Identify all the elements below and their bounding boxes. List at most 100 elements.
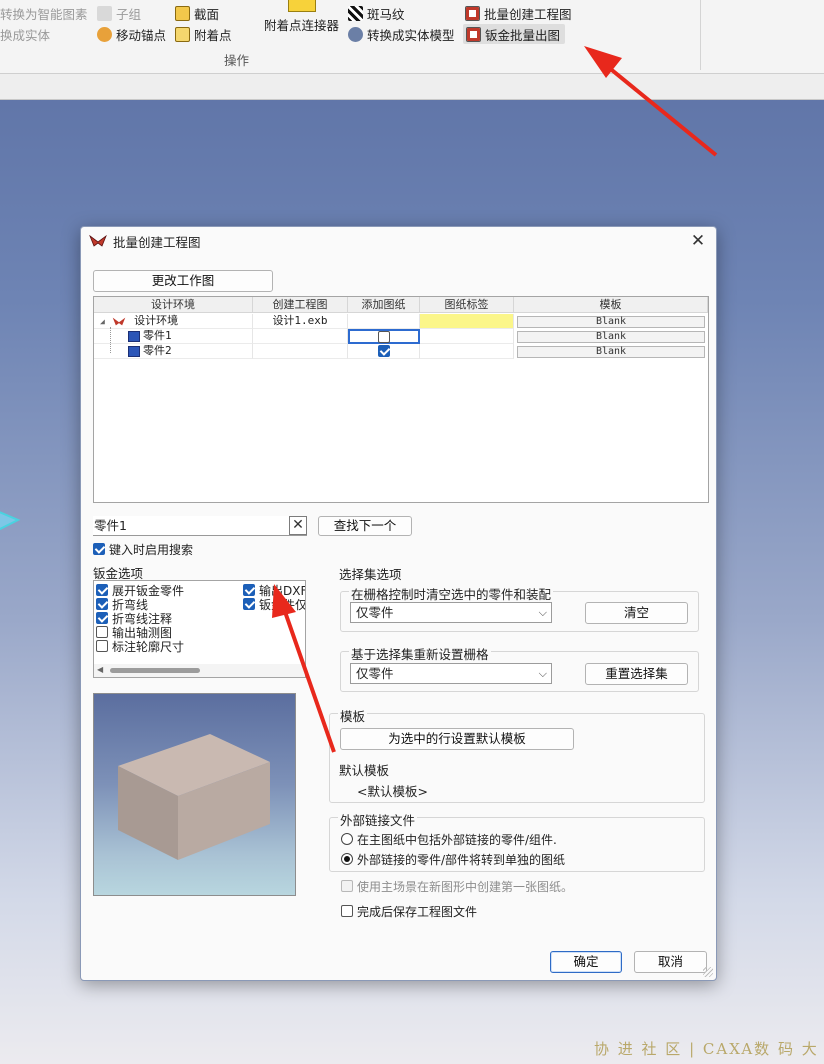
option-checkbox[interactable]: [96, 598, 108, 610]
clear-search-button[interactable]: ✕: [289, 516, 307, 535]
table-row[interactable]: 零件1: [94, 329, 253, 344]
save-after-checkbox[interactable]: [341, 905, 353, 917]
grid-cell-add-sheet[interactable]: [348, 344, 420, 359]
selection-set-title: 选择集选项: [337, 564, 404, 583]
grid-cell-name: 设计环境: [134, 314, 179, 327]
horizontal-scrollbar[interactable]: ◀: [94, 664, 305, 677]
grid-cell-sheet-tag[interactable]: [420, 314, 514, 329]
add-sheet-checkbox[interactable]: [377, 345, 390, 357]
search-input[interactable]: 零件1: [93, 516, 307, 536]
template-button[interactable]: Blank: [517, 316, 705, 328]
scroll-thumb[interactable]: [110, 668, 200, 673]
grid-header[interactable]: 创建工程图: [253, 297, 348, 313]
use-main-scene-label: 使用主场景在新图形中创建第一张图纸。: [357, 879, 574, 894]
option-checkbox[interactable]: [96, 584, 108, 596]
enable-search-checkbox[interactable]: [93, 543, 105, 555]
grid-header[interactable]: 模板: [514, 297, 708, 313]
ribbon-batch-drawing[interactable]: 批量创建工程图: [465, 3, 572, 23]
dialog-title: 批量创建工程图: [113, 234, 201, 250]
select-value: 仅零件: [356, 666, 394, 681]
find-next-button[interactable]: 查找下一个: [318, 516, 412, 536]
option-label: 标注轮廓尺寸: [112, 639, 185, 654]
grid-cell-add-sheet[interactable]: [348, 329, 420, 344]
sheetmetal-option[interactable]: 标注轮廓尺寸: [96, 639, 185, 654]
ribbon-to-solid[interactable]: 换成实体: [0, 24, 50, 44]
option-checkbox[interactable]: [243, 584, 255, 596]
grid-header[interactable]: 添加图纸: [348, 297, 420, 313]
ribbon-move-anchor[interactable]: 移动锚点: [97, 24, 166, 44]
sheetmetal-drawing-icon: [466, 26, 481, 42]
use-main-scene-option[interactable]: 使用主场景在新图形中创建第一张图纸。: [341, 879, 574, 894]
reset-selection-button[interactable]: 重置选择集: [585, 663, 688, 685]
reset-scope-select[interactable]: 仅零件 ⌵: [350, 663, 552, 684]
option-checkbox[interactable]: [96, 626, 108, 638]
ribbon-toolbar: 转换为智能图素 子组 截面 附着点连接器 斑马纹 批量创建工程图 换成实体 移动…: [0, 0, 824, 74]
template-button[interactable]: Blank: [517, 346, 705, 358]
set-default-template-button[interactable]: 为选中的行设置默认模板: [340, 728, 574, 750]
sheetmetal-option[interactable]: 钣金件仅: [243, 597, 306, 612]
grid-cell-drawing[interactable]: 设计1.exb: [253, 314, 348, 329]
table-row[interactable]: ◢ 设计环境: [94, 314, 253, 329]
ok-button[interactable]: 确定: [550, 951, 622, 973]
ribbon-label: 附着点连接器: [264, 17, 340, 33]
option-label: 钣金件仅: [259, 597, 306, 612]
change-drawing-button[interactable]: 更改工作图: [93, 270, 273, 292]
external-separate-option[interactable]: 外部链接的零件/部件将转到单独的图纸: [341, 852, 565, 867]
section-icon: [175, 5, 190, 21]
ribbon-sub-group[interactable]: 子组: [97, 3, 141, 23]
grid-cell-sheet-tag[interactable]: [420, 344, 514, 359]
cancel-button[interactable]: 取消: [634, 951, 707, 973]
sheetmetal-options-panel: 展开钣金零件 折弯线 折弯线注释 输出轴测图 标注轮廓尺寸 输出DXF 钣金件仅…: [93, 580, 306, 678]
option-checkbox[interactable]: [243, 598, 255, 610]
ribbon-attach-point[interactable]: 附着点: [175, 24, 232, 44]
chevron-down-icon: ⌵: [538, 667, 547, 680]
part-icon: [128, 330, 140, 342]
model-edge-shape: [0, 511, 21, 531]
batch-drawing-dialog: 批量创建工程图 ✕ 更改工作图 设计环境 创建工程图 添加图纸 图纸标签 模板 …: [80, 226, 717, 981]
part-icon: [128, 345, 140, 357]
close-button[interactable]: ✕: [688, 231, 708, 251]
anchor-icon: [97, 26, 112, 42]
clear-button[interactable]: 清空: [585, 602, 688, 624]
ribbon-attach-connector[interactable]: 附着点连接器: [264, 14, 339, 34]
ribbon-label: 子组: [116, 6, 142, 22]
zebra-icon: [348, 5, 363, 21]
app-logo-icon: [89, 234, 107, 247]
ribbon-label: 转换为智能图素: [0, 6, 88, 22]
grid-header[interactable]: 图纸标签: [420, 297, 514, 313]
enable-search-option[interactable]: 键入时启用搜索: [93, 542, 193, 557]
ribbon-label: 转换成实体模型: [367, 27, 455, 43]
collapse-arrow-icon[interactable]: ◢: [100, 317, 105, 326]
part-preview: [93, 693, 296, 896]
ribbon-label: 附着点: [194, 27, 232, 43]
ribbon-to-smart-symbol[interactable]: 转换为智能图素: [0, 3, 88, 23]
parts-grid[interactable]: 设计环境 创建工程图 添加图纸 图纸标签 模板 ◢ 设计环境 设计1.exb B…: [93, 296, 709, 503]
separate-radio[interactable]: [341, 853, 353, 865]
grid-header[interactable]: 设计环境: [94, 297, 253, 313]
grid-cell-drawing[interactable]: [253, 344, 348, 359]
drawing-icon: [465, 5, 480, 21]
grid-cell-add-sheet[interactable]: [348, 314, 420, 329]
ribbon-convert-solid-model[interactable]: 转换成实体模型: [348, 24, 455, 44]
save-after-option[interactable]: 完成后保存工程图文件: [341, 904, 477, 919]
ribbon-label: 换成实体: [0, 27, 51, 43]
use-main-scene-checkbox[interactable]: [341, 880, 353, 892]
ribbon-sheetmetal-batch[interactable]: 钣金批量出图: [463, 24, 566, 44]
include-radio[interactable]: [341, 833, 353, 845]
external-include-option[interactable]: 在主图纸中包括外部链接的零件/组件.: [341, 832, 557, 847]
tree-line: [110, 327, 111, 353]
grid-cell-drawing[interactable]: [253, 329, 348, 344]
table-row[interactable]: 零件2: [94, 344, 253, 359]
solid-model-icon: [348, 26, 363, 42]
scroll-left-icon[interactable]: ◀: [97, 665, 103, 674]
grid-cell-sheet-tag[interactable]: [420, 329, 514, 344]
resize-grip[interactable]: [703, 967, 713, 977]
option-checkbox[interactable]: [96, 612, 108, 624]
template-button[interactable]: Blank: [517, 331, 705, 343]
clear-scope-select[interactable]: 仅零件 ⌵: [350, 602, 552, 623]
option-checkbox[interactable]: [96, 640, 108, 652]
ribbon-section[interactable]: 截面: [175, 3, 219, 23]
add-sheet-checkbox[interactable]: [378, 331, 390, 343]
ribbon-zebra[interactable]: 斑马纹: [348, 3, 405, 23]
view-tabs-bar: [0, 74, 824, 100]
